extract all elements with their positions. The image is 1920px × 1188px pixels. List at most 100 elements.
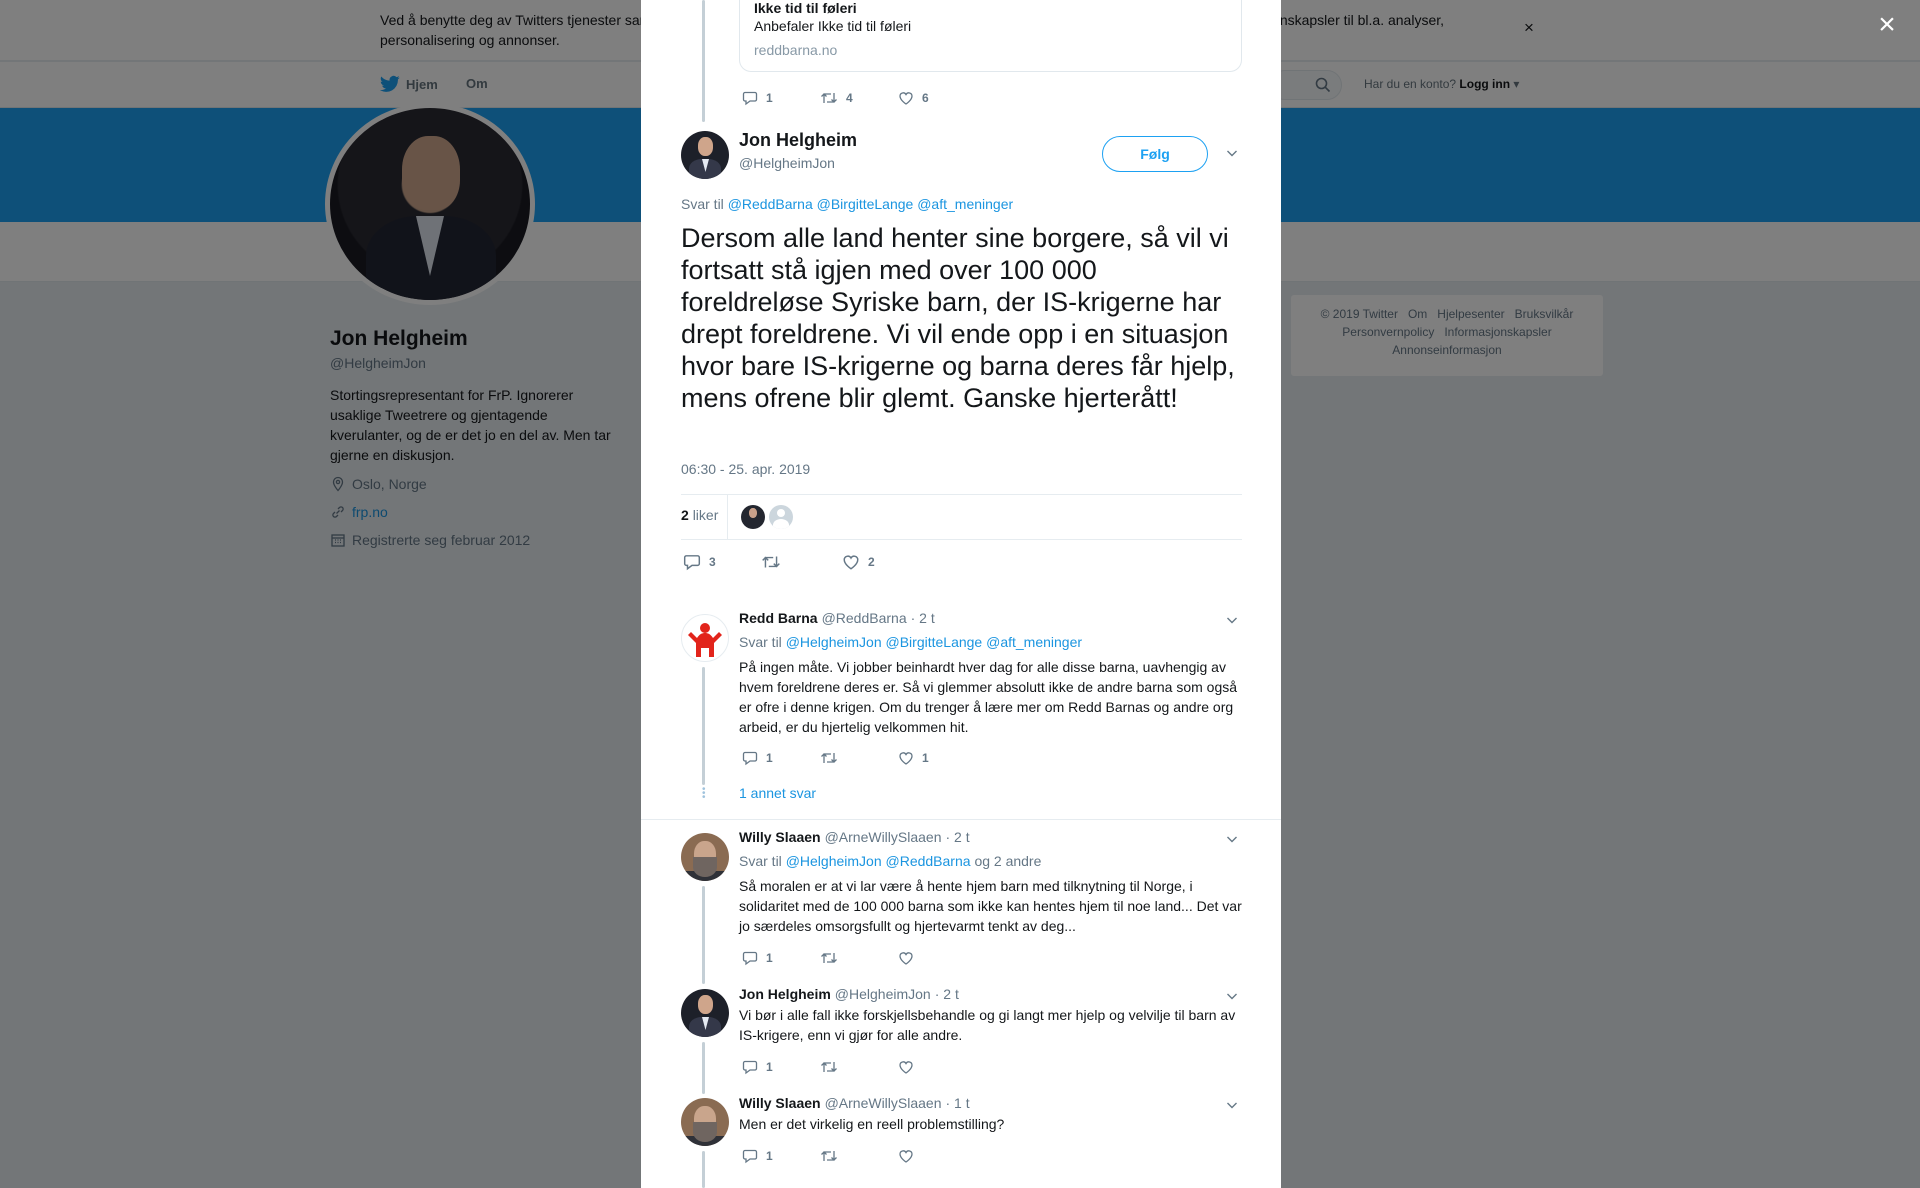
reply-icon [742, 951, 758, 966]
main-tweet-handle[interactable]: @HelgheimJon [739, 155, 835, 171]
reply-icon [742, 1060, 758, 1075]
reply-actions: 1 [742, 1148, 976, 1164]
reply-author-handle[interactable]: @ArneWillySlaaen [825, 1095, 942, 1111]
reply-button[interactable]: 1 [742, 750, 820, 766]
avatar[interactable] [681, 833, 729, 881]
main-tweet-name[interactable]: Jon Helgheim [739, 130, 857, 151]
likes-stat-count: 2 [681, 507, 689, 523]
liker-avatar[interactable] [741, 505, 765, 529]
reply-suffix[interactable]: og 2 andre [974, 853, 1041, 869]
close-icon[interactable]: × [1874, 10, 1900, 40]
reply-count: 3 [709, 555, 716, 569]
reply-button[interactable]: 1 [742, 1059, 820, 1075]
reply-mentions[interactable]: @HelgheimJon @BirgitteLange @aft_meninge… [786, 634, 1082, 650]
reply-author-name[interactable]: Willy Slaaen [739, 829, 821, 845]
heart-icon [899, 752, 913, 765]
likes-stat-label: liker [692, 507, 719, 523]
reply-author-name[interactable]: Willy Slaaen [739, 1095, 821, 1111]
reply-actions: 1 [742, 950, 976, 966]
reply-header: Willy Slaaen @ArneWillySlaaen · 1 t [739, 1095, 970, 1111]
main-tweet-timestamp[interactable]: 06:30 - 25. apr. 2019 [681, 461, 810, 477]
chevron-down-icon[interactable] [1225, 146, 1239, 160]
reply-mentions[interactable]: @HelgheimJon @ReddBarna [786, 853, 971, 869]
reply-icon [742, 1149, 758, 1164]
chevron-down-icon[interactable] [1225, 613, 1239, 627]
reply-header: Jon Helgheim @HelgheimJon · 2 t [739, 986, 959, 1002]
chevron-down-icon[interactable] [1225, 832, 1239, 846]
reply-author-name[interactable]: Jon Helgheim [739, 986, 831, 1002]
reply-context: Svar til @ReddBarna @BirgitteLange @aft_… [681, 196, 1013, 212]
reply-author-handle[interactable]: @HelgheimJon [835, 986, 931, 1002]
retweet-icon [762, 556, 780, 568]
reply-icon [742, 91, 758, 106]
like-count: 2 [868, 555, 875, 569]
card-domain: reddbarna.no [754, 42, 838, 58]
reply-time[interactable]: · 2 t [946, 829, 970, 845]
card-title: Ikke tid til føleri [754, 0, 857, 16]
avatar[interactable] [681, 989, 729, 1037]
more-replies-link[interactable]: 1 annet svar [739, 785, 816, 801]
main-tweet-text: Dersom alle land henter sine borgere, så… [681, 223, 1235, 413]
main-tweet-actions: 3 2 [683, 553, 920, 571]
retweet-button[interactable] [820, 750, 898, 766]
like-button[interactable] [898, 1148, 976, 1164]
reply-text: Vi bør i alle fall ikke forskjellsbehand… [739, 1007, 1236, 1043]
thread-line [702, 1042, 705, 1094]
like-button[interactable] [898, 950, 976, 966]
reply-text: Men er det virkelig en reell problemstil… [739, 1116, 1005, 1132]
liker-avatar-default[interactable] [769, 505, 793, 529]
like-button[interactable] [898, 1059, 976, 1075]
retweet-button[interactable] [761, 553, 842, 571]
reply-count: 1 [766, 1060, 773, 1074]
heart-icon [899, 1150, 913, 1163]
retweet-button[interactable] [820, 1059, 898, 1075]
reply-button[interactable]: 1 [742, 1148, 820, 1164]
retweet-icon [821, 1062, 837, 1072]
retweet-icon [821, 93, 837, 103]
avatar[interactable] [681, 131, 729, 179]
thread-dots: • • • [702, 784, 706, 803]
link-card[interactable]: Ikke tid til føleri Anbefaler Ikke tid t… [739, 0, 1242, 72]
like-button[interactable]: 1 [898, 750, 976, 766]
reply-time[interactable]: · 1 t [946, 1095, 970, 1111]
retweet-icon [821, 753, 837, 763]
heart-icon [843, 555, 859, 570]
reply-time[interactable]: · 2 t [935, 986, 959, 1002]
chevron-down-icon[interactable] [1225, 989, 1239, 1003]
like-count: 1 [922, 751, 929, 765]
retweet-count: 4 [846, 91, 853, 105]
thread-line [702, 1151, 705, 1188]
tweet-stats: 2 liker [681, 494, 1242, 540]
reply-context: Svar til @HelgheimJon @ReddBarna og 2 an… [739, 853, 1041, 869]
reply-icon [683, 555, 701, 571]
thread-line [702, 667, 705, 785]
reply-author-name[interactable]: Redd Barna [739, 610, 818, 626]
reply-time[interactable]: · 2 t [911, 610, 935, 626]
reply-count: 1 [766, 91, 773, 105]
retweet-button[interactable] [820, 1148, 898, 1164]
heart-icon [899, 92, 913, 105]
like-button[interactable]: 2 [842, 553, 920, 571]
likes-stat[interactable]: 2 liker [681, 507, 718, 523]
heart-icon [899, 1061, 913, 1074]
reply-button[interactable]: 1 [742, 950, 820, 966]
reply-author-handle[interactable]: @ArneWillySlaaen [825, 829, 942, 845]
avatar[interactable] [681, 1098, 729, 1146]
tweet-actions: 1 4 6 [742, 90, 976, 106]
follow-button[interactable]: Følg [1102, 136, 1208, 172]
chevron-down-icon[interactable] [1225, 1098, 1239, 1112]
reply-button[interactable]: 1 [742, 90, 820, 106]
avatar[interactable] [681, 614, 729, 662]
like-button[interactable]: 6 [898, 90, 976, 106]
reply-button[interactable]: 3 [683, 553, 761, 571]
reply-prefix: Svar til [681, 196, 724, 212]
reply-text: Så moralen er at vi lar være å hente hje… [739, 878, 1242, 934]
retweet-button[interactable]: 4 [820, 90, 898, 106]
reply-prefix: Svar til [739, 853, 782, 869]
reply-header: Willy Slaaen @ArneWillySlaaen · 2 t [739, 829, 970, 845]
stats-divider [727, 495, 728, 539]
reply-author-handle[interactable]: @ReddBarna [822, 610, 907, 626]
reply-actions: 1 1 [742, 750, 976, 766]
retweet-button[interactable] [820, 950, 898, 966]
reply-mentions[interactable]: @ReddBarna @BirgitteLange @aft_meninger [728, 196, 1013, 212]
